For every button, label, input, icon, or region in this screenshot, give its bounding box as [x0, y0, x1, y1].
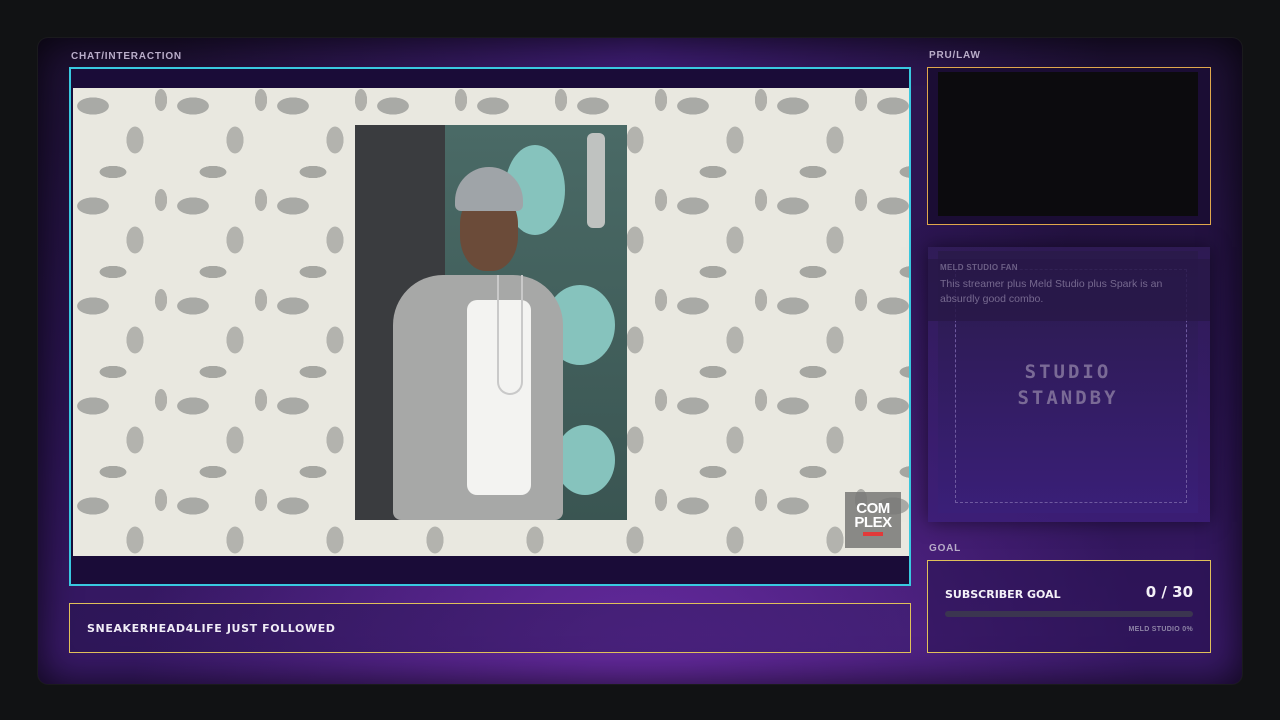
pru-law-panel[interactable] [927, 67, 1211, 225]
standby-line-1: STUDIO [1024, 361, 1112, 383]
pru-law-screen [938, 72, 1198, 216]
chat-message-card: MELD STUDIO FAN This streamer plus Meld … [928, 259, 1210, 321]
chat-section-label: CHAT/INTERACTION [71, 51, 182, 62]
logo-red-bar [863, 532, 883, 536]
chat-message-text: This streamer plus Meld Studio plus Spar… [940, 278, 1163, 305]
person-chain [497, 275, 523, 395]
standby-line-2: STANDBY [1017, 387, 1119, 409]
chat-username: MELD STUDIO FAN [940, 263, 1018, 272]
goal-progress-track [945, 611, 1193, 617]
photo-wall-pattern [555, 425, 615, 495]
follow-alert-text: SNEAKERHEAD4LIFE JUST FOLLOWED [87, 622, 336, 635]
complex-logo: COM PLEX [845, 492, 901, 548]
follow-alert-bar: SNEAKERHEAD4LIFE JUST FOLLOWED [69, 603, 911, 653]
video-content: COM PLEX [73, 88, 909, 556]
goal-count: 0 / 30 [1145, 583, 1193, 601]
goal-section-label: GOAL [929, 543, 962, 554]
goal-title: SUBSCRIBER GOAL [945, 588, 1061, 601]
logo-line-2: PLEX [854, 514, 892, 531]
subscriber-goal-panel: SUBSCRIBER GOAL 0 / 30 MELD STUDIO 0% [927, 560, 1211, 653]
standby-panel[interactable]: STUDIO STANDBY MELD STUDIO FAN This stre… [928, 247, 1210, 522]
microphone [587, 133, 605, 228]
standby-text: STUDIO STANDBY [938, 359, 1198, 411]
pru-section-label: PRU/LAW [929, 50, 981, 61]
main-video-panel[interactable]: COM PLEX [69, 67, 911, 586]
artist-photo [355, 125, 627, 520]
goal-meta: MELD STUDIO 0% [1128, 626, 1193, 633]
